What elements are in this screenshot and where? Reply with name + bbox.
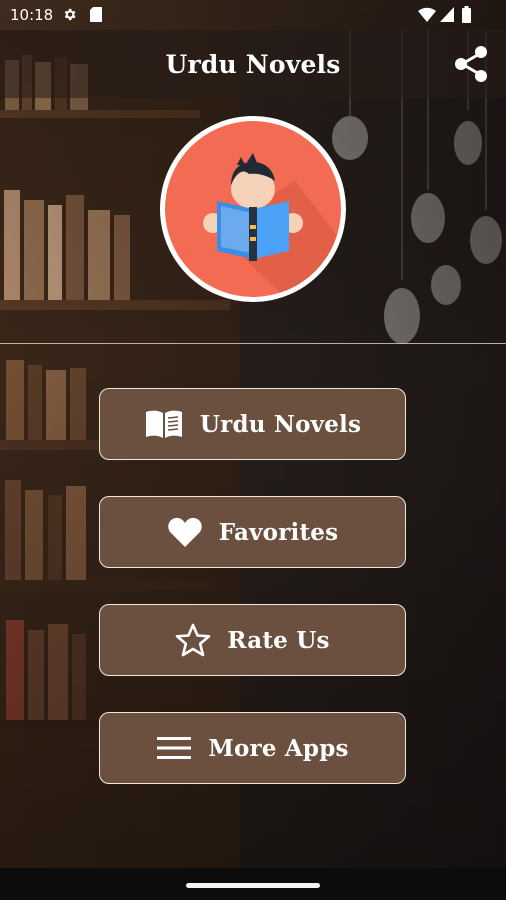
reader-with-book-icon <box>203 153 341 297</box>
more-apps-button[interactable]: More Apps <box>99 712 406 784</box>
share-icon[interactable] <box>451 43 493 85</box>
status-bar: 10:18 <box>0 0 506 30</box>
app-screen: 10:18 Urdu Novels Urdu Novels Favorites … <box>0 0 506 900</box>
wifi-icon <box>418 7 436 22</box>
more-apps-label: More Apps <box>208 734 349 762</box>
favorites-label: Favorites <box>218 518 339 546</box>
favorites-button[interactable]: Favorites <box>99 496 406 568</box>
star-outline-icon <box>176 623 211 657</box>
app-title: Urdu Novels <box>165 50 341 79</box>
status-time: 10:18 <box>10 6 54 24</box>
app-logo <box>160 116 346 302</box>
rate-us-button[interactable]: Rate Us <box>99 604 406 676</box>
battery-icon <box>462 6 471 23</box>
urdu-novels-label: Urdu Novels <box>199 410 362 438</box>
heart-icon <box>167 517 202 547</box>
logo-background <box>165 121 341 297</box>
menu-lines-icon <box>157 737 192 759</box>
urdu-novels-button[interactable]: Urdu Novels <box>99 388 406 460</box>
open-book-icon <box>145 410 182 438</box>
home-gesture-handle[interactable] <box>186 883 320 888</box>
settings-icon <box>64 8 76 21</box>
signal-icon <box>440 7 454 22</box>
sd-card-icon <box>90 7 102 22</box>
rate-us-label: Rate Us <box>227 626 330 654</box>
divider <box>0 343 506 344</box>
